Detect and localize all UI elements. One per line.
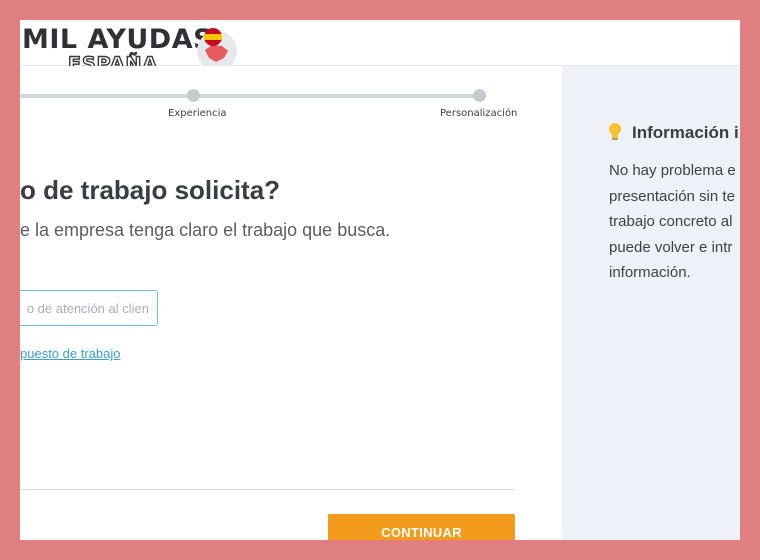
header: MIL AYUDAS ESPAÑA [20,20,740,76]
divider [20,489,515,490]
logo-main-text: MIL AYUDAS [22,24,214,55]
progress-step-label-experience: Experiencia [168,108,227,119]
info-line: trabajo concreto al [609,213,733,230]
info-line: puede volver e intr [609,238,733,256]
job-title-input[interactable] [20,290,158,326]
progress-step-label-personalization: Personalización [440,108,518,119]
progress-step-dot-personalization [473,89,486,102]
question-subtitle: e la empresa tenga claro el trabajo que … [20,220,391,240]
info-body: No hay problema e presentación sin te tr… [609,158,736,286]
progress-track [20,94,480,98]
info-panel: Información i No hay problema e presenta… [562,66,740,540]
info-line: información. [609,264,691,281]
add-job-link[interactable]: puesto de trabajo [20,346,120,361]
form-pane: Experiencia Personalización o de trabajo… [20,66,562,540]
info-line: presentación sin te [609,187,735,205]
progress-step-dot-experience [187,89,200,102]
app-frame: MIL AYUDAS ESPAÑA Experiencia Personaliz… [20,20,740,540]
continue-button[interactable]: CONTINUAR [328,514,515,540]
info-title: Información i [632,123,739,142]
question-title: o de trabajo solicita? [20,175,281,205]
info-line: No hay problema e [609,162,736,179]
lightbulb-icon [609,123,621,140]
